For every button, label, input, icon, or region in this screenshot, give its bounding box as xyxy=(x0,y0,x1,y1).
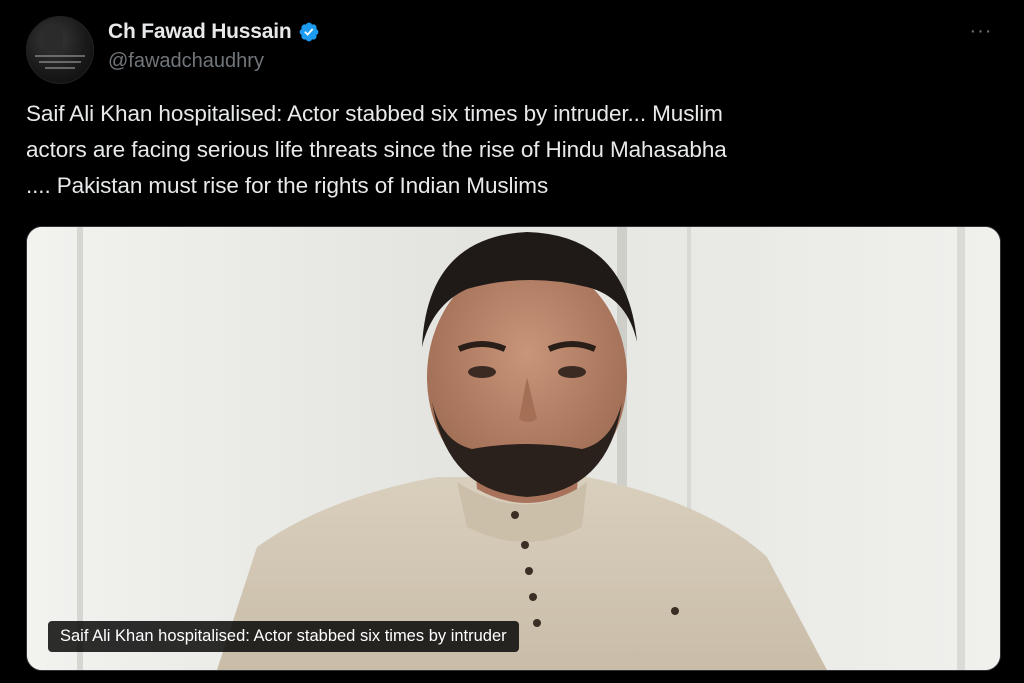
tweet-text-line: actors are facing serious life threats s… xyxy=(26,137,727,162)
avatar-figure xyxy=(43,25,63,51)
verified-badge-icon xyxy=(298,21,320,43)
avatar-script-line xyxy=(35,55,85,57)
profile-avatar[interactable] xyxy=(26,16,94,84)
media-photo xyxy=(27,227,1000,670)
avatar-script-line xyxy=(45,67,75,69)
tweet-card: Ch Fawad Hussain @fawadchaudhry ··· Saif… xyxy=(0,0,1024,683)
tweet-header: Ch Fawad Hussain @fawadchaudhry ··· xyxy=(24,12,1004,84)
author-display-name[interactable]: Ch Fawad Hussain xyxy=(108,20,292,44)
tweet-text: Saif Ali Khan hospitalised: Actor stabbe… xyxy=(26,96,998,204)
media-caption: Saif Ali Khan hospitalised: Actor stabbe… xyxy=(48,621,519,652)
tweet-media-image[interactable] xyxy=(26,226,1001,671)
author-name-row: Ch Fawad Hussain xyxy=(108,18,320,46)
avatar-script-line xyxy=(39,61,81,63)
tweet-text-line: Saif Ali Khan hospitalised: Actor stabbe… xyxy=(26,101,723,126)
more-options-icon[interactable]: ··· xyxy=(966,16,996,46)
author-handle[interactable]: @fawadchaudhry xyxy=(108,50,264,73)
tweet-text-line: .... Pakistan must rise for the rights o… xyxy=(26,173,549,198)
